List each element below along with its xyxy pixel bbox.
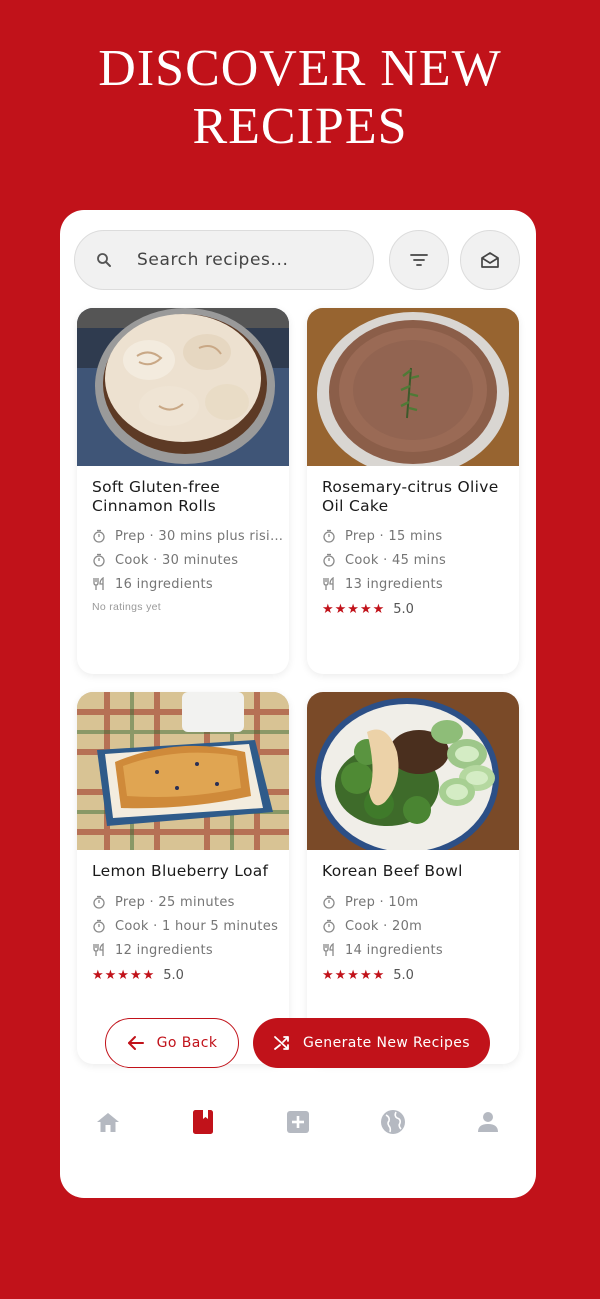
timer-icon [93,919,105,933]
utensils-icon [93,943,104,956]
app-screen: Soft Gluten-free Cinnamon Rolls Prep · 3… [60,210,536,1198]
prep-time: Prep · 30 mins plus rising time [77,524,289,548]
globe-icon [381,1110,406,1134]
nav-add[interactable] [268,1092,328,1152]
cook-time: Cook · 20m [307,914,519,938]
rating-score: 5.0 [163,967,184,983]
filter-button[interactable] [389,230,449,290]
timer-icon [323,553,335,567]
search-bar[interactable] [74,230,374,290]
inbox-icon [481,252,499,268]
prep-time: Prep · 10m [307,890,519,914]
timer-icon [93,895,105,909]
utensils-icon [93,577,104,590]
star-rating: ★★★★★ 5.0 [307,965,519,985]
stars-icon: ★★★★★ [322,601,386,616]
rating-score: 5.0 [393,601,414,617]
recipe-photo [307,308,519,466]
recipe-card[interactable]: Soft Gluten-free Cinnamon Rolls Prep · 3… [77,308,289,674]
stars-icon: ★★★★★ [322,967,386,982]
bottom-nav [60,1090,536,1154]
go-back-label: Go Back [156,1035,218,1051]
ingredients-count: 12 ingredients [77,938,289,962]
hero-title: DISCOVER NEW RECIPES [0,40,600,156]
timer-icon [323,529,335,543]
hero-title-line1: DISCOVER NEW [98,40,502,97]
recipe-card[interactable]: Lemon Blueberry Loaf Prep · 25 minutes C… [77,692,289,1064]
star-rating: ★★★★★ 5.0 [77,965,289,985]
no-ratings-label: No ratings yet [92,601,161,613]
filter-icon [410,254,428,266]
ingredients-count: 13 ingredients [307,572,519,596]
recipe-title: Korean Beef Bowl [322,862,463,880]
prep-time: Prep · 15 mins [307,524,519,548]
timer-icon [323,895,335,909]
hero-title-line2: RECIPES [192,98,408,155]
cook-time: Cook · 30 minutes [77,548,289,572]
recipe-photo [77,308,289,466]
stars-icon: ★★★★★ [92,967,156,982]
shuffle-icon [274,1036,289,1050]
recipe-card[interactable]: Rosemary-citrus Olive Oil Cake Prep · 15… [307,308,519,674]
arrow-left-icon [127,1036,144,1050]
recipe-card[interactable]: Korean Beef Bowl Prep · 10m Cook · 20m 1… [307,692,519,1064]
recipe-book-icon [192,1110,213,1134]
cook-time: Cook · 1 hour 5 minutes [77,914,289,938]
add-icon [286,1111,309,1133]
search-input[interactable] [137,245,357,275]
home-icon [96,1113,119,1132]
generate-label: Generate New Recipes [303,1035,470,1051]
nav-recipes[interactable] [173,1092,233,1152]
search-icon [97,253,111,267]
recipe-photo [307,692,519,850]
inbox-button[interactable] [460,230,520,290]
recipe-title: Soft Gluten-free Cinnamon Rolls [92,478,221,515]
recipe-photo [77,692,289,850]
recipe-title: Lemon Blueberry Loaf [92,862,269,880]
nav-profile[interactable] [458,1092,518,1152]
profile-icon [478,1112,499,1132]
ingredients-count: 14 ingredients [307,938,519,962]
timer-icon [323,919,335,933]
prep-time: Prep · 25 minutes [77,890,289,914]
timer-icon [93,553,105,567]
rating-score: 5.0 [393,967,414,983]
recipe-title: Rosemary-citrus Olive Oil Cake [322,478,499,515]
nav-home[interactable] [78,1092,138,1152]
nav-explore[interactable] [363,1092,423,1152]
ingredients-count: 16 ingredients [77,572,289,596]
star-rating: ★★★★★ 5.0 [307,599,519,619]
utensils-icon [323,577,334,590]
timer-icon [93,529,105,543]
generate-recipes-button[interactable]: Generate New Recipes [253,1018,490,1068]
cook-time: Cook · 45 mins [307,548,519,572]
utensils-icon [323,943,334,956]
go-back-button[interactable]: Go Back [105,1018,239,1068]
